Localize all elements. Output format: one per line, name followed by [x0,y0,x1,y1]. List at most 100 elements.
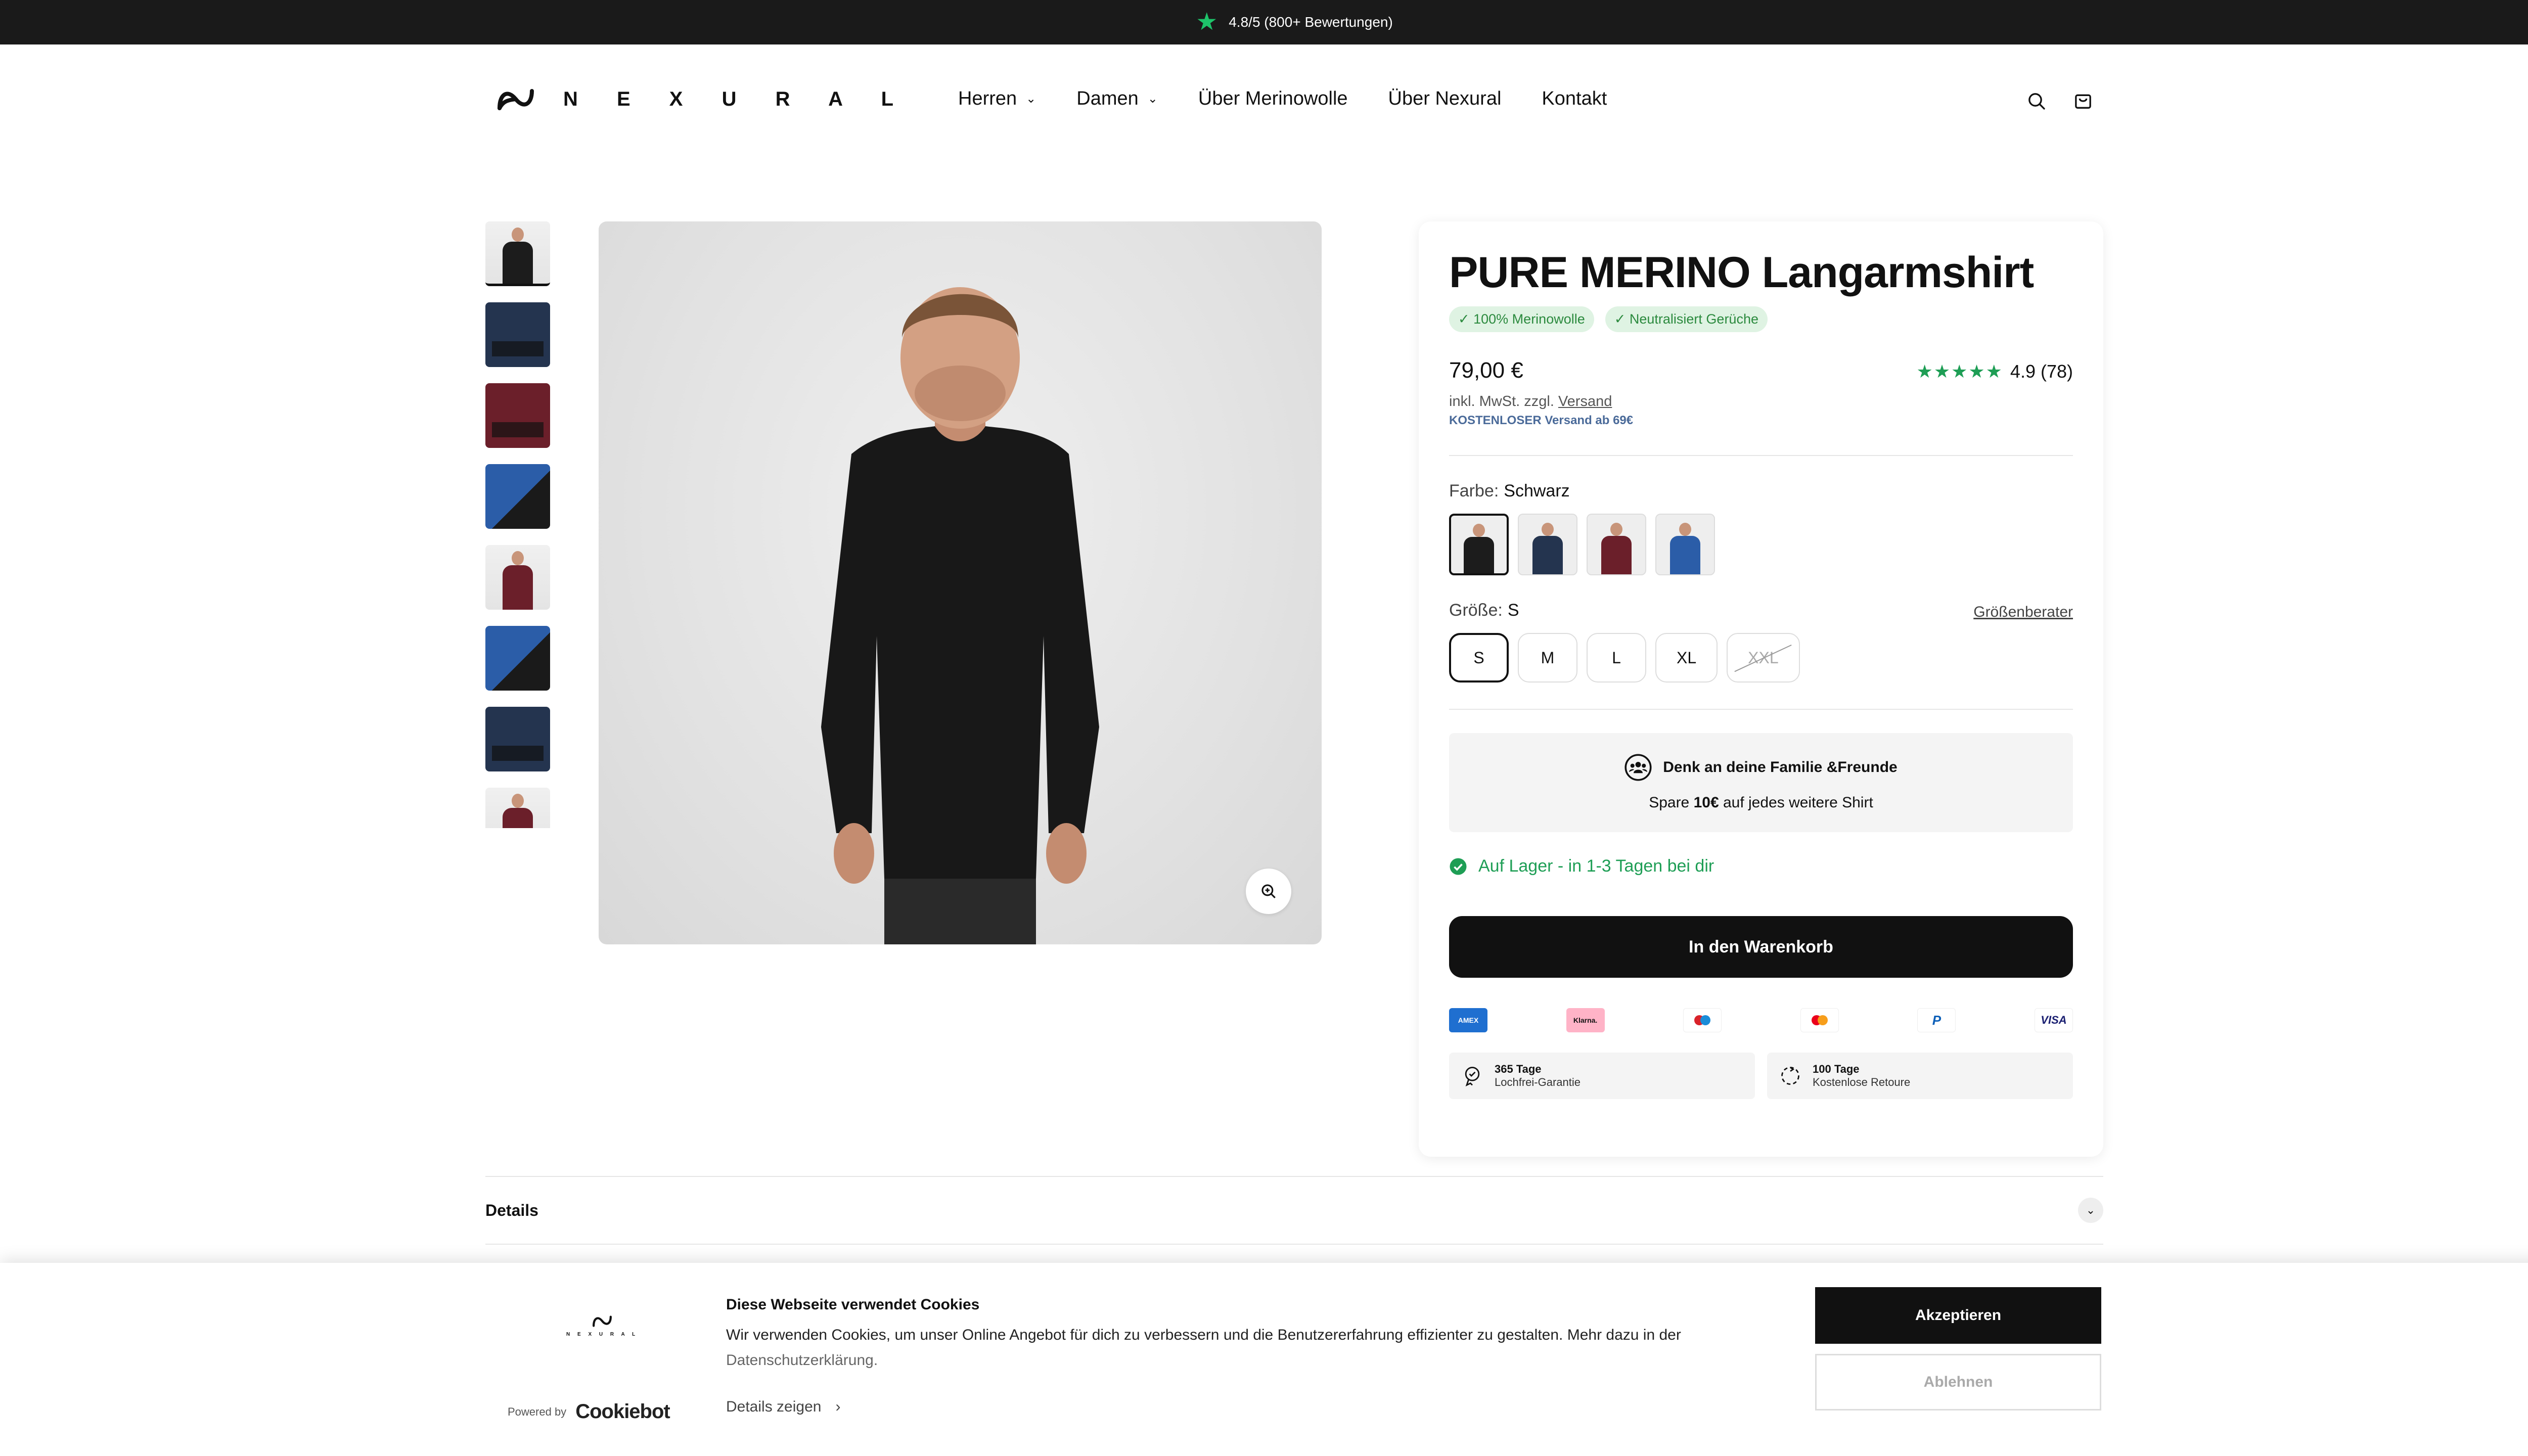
zoom-button[interactable] [1246,869,1291,914]
cookie-text: Wir verwenden Cookies, um unser Online A… [726,1323,1788,1373]
product-rating[interactable]: ★★★★★ 4.9 (78) [1917,361,2073,382]
nav-item-ueber-nexural[interactable]: Über Nexural [1388,88,1502,110]
nexural-logo[interactable]: N E X U R A L [496,85,910,113]
return-icon [1781,1067,1799,1085]
paypal-icon: P [1917,1008,1956,1032]
guarantee-subtitle: Kostenlose Retoure [1813,1076,1911,1088]
thumbnail-blue-folded[interactable] [485,464,550,529]
logo-wordmark: N E X U R A L [563,87,911,110]
mastercard-icon [1800,1008,1839,1032]
product-badges: ✓ 100% Merinowolle ✓ Neutralisiert Gerüc… [1449,306,1768,332]
amex-icon: AMEX [1449,1008,1487,1032]
accept-cookies-button[interactable]: Akzeptieren [1815,1287,2101,1344]
size-s[interactable]: S [1449,633,1509,682]
nav-item-merinowolle[interactable]: Über Merinowolle [1198,88,1348,110]
selected-color: Schwarz [1504,481,1570,500]
powered-by-cookiebot[interactable]: Powered by Cookiebot [508,1400,670,1423]
size-l[interactable]: L [1587,633,1646,682]
maestro-icon [1683,1008,1722,1032]
powered-by-text: Powered by [508,1405,567,1418]
check-circle-icon [1450,858,1467,875]
chevron-down-icon: ⌄ [1147,92,1158,106]
cookie-banner: N E X U R A L Powered by Cookiebot Diese… [0,1263,2528,1456]
divider [1449,455,2073,456]
chevron-down-icon[interactable]: ⌄ [2078,1198,2103,1223]
cookie-logo-wordmark: N E X U R A L [566,1332,639,1337]
tax-text: inkl. MwSt. zzgl. [1449,393,1558,410]
thumbnail-navy-folded[interactable] [485,302,550,367]
guarantee-subtitle: Lochfrei-Garantie [1495,1076,1581,1088]
nexural-logo-icon [593,1315,612,1327]
search-icon[interactable] [2026,91,2047,114]
decline-cookies-button[interactable]: Ablehnen [1815,1354,2101,1410]
thumbnail-black-longsleeve[interactable] [485,221,550,286]
nav-item-herren[interactable]: Herren ⌄ [958,88,1036,110]
details-accordion[interactable]: Details ⌄ [485,1176,2103,1245]
nav-item-kontakt[interactable]: Kontakt [1542,88,1607,110]
zoom-in-icon [1261,884,1276,898]
cookie-body: Wir verwenden Cookies, um unser Online A… [726,1327,1681,1343]
product-title: PURE MERINO Langarmshirt [1449,248,2034,297]
cookiebot-logo: Cookiebot [575,1400,670,1423]
free-shipping-note: KOSTENLOSER Versand ab 69€ [1449,414,1634,427]
size-xl[interactable]: XL [1655,633,1718,682]
badge-icon [1465,1067,1480,1087]
nav-item-damen[interactable]: Damen ⌄ [1076,88,1158,110]
main-product-image[interactable] [599,221,1322,944]
shipping-link[interactable]: Versand [1558,393,1612,410]
thumbnail-bordeaux-folded[interactable] [485,383,550,448]
guarantee-lochfrei: 365 Tage Lochfrei-Garantie [1449,1053,1755,1099]
nav-label: Damen [1076,88,1139,109]
divider [1449,709,2073,710]
nexural-logo-icon [498,89,534,110]
thumbnail-model-partial[interactable] [485,788,550,828]
guarantees: 365 Tage Lochfrei-Garantie 100 Tage Kost… [1449,1053,2073,1099]
stock-text: Auf Lager - in 1-3 Tagen bei dir [1478,856,1714,876]
swatch-schwarz[interactable] [1449,514,1509,575]
swatch-navy[interactable] [1518,514,1577,575]
product-price: 79,00 € [1449,358,1523,383]
size-m[interactable]: M [1518,633,1577,682]
thumbnail-navy-folded-logo[interactable] [485,707,550,771]
swatch-bordeaux[interactable] [1587,514,1646,575]
color-swatches [1449,514,1715,575]
size-xxl[interactable]: XXL [1727,633,1800,682]
product-info-card: PURE MERINO Langarmshirt ✓ 100% Merinowo… [1419,221,2103,1157]
main-nav: Herren ⌄ Damen ⌄ Über Merinowolle Über N… [958,88,1607,110]
chevron-right-icon: › [835,1398,841,1415]
selected-size: S [1507,601,1519,620]
badge-merino: ✓ 100% Merinowolle [1449,306,1594,332]
badge-odor: ✓ Neutralisiert Gerüche [1605,306,1768,332]
cookie-details-toggle[interactable]: Details zeigen › [726,1398,840,1416]
visa-icon: VISA [2034,1008,2073,1032]
group-icon [1624,754,1652,781]
promo-amount: 10€ [1693,794,1719,811]
rating-stars-icon: ★★★★★ [1916,361,2003,382]
thumbnail-bordeaux-longsleeve[interactable] [485,545,550,610]
thumbnail-gallery [485,221,550,828]
nav-label: Herren [958,88,1017,109]
tax-info: inkl. MwSt. zzgl. Versand [1449,393,1612,410]
cookie-title: Diese Webseite verwendet Cookies [726,1296,980,1313]
announcement-bar: ★ 4.8/5 (800+ Bewertungen) [0,0,2528,44]
swatch-blau[interactable] [1655,514,1715,575]
size-label: Größe: S [1449,601,1519,620]
family-promo-box: Denk an deine Familie &Freunde Spare 10€… [1449,733,2073,832]
cart-icon[interactable] [2073,91,2093,114]
cookie-brand-logo: N E X U R A L [566,1313,638,1337]
guarantee-retoure: 100 Tage Kostenlose Retoure [1767,1053,2073,1099]
promo-post: auf jedes weitere Shirt [1719,794,1873,811]
guarantee-title: 100 Tage [1813,1063,1860,1075]
privacy-link[interactable]: Datenschutzerklärung. [726,1352,878,1369]
model-in-black-shirt [821,287,1099,944]
size-guide-link[interactable]: Größenberater [1973,604,2073,621]
promo-title: Denk an deine Familie &Freunde [1663,759,1898,776]
nav-label: Über Nexural [1388,88,1502,109]
size-label-text: Größe: [1449,601,1503,620]
header-icons [2026,91,2093,114]
details-show-text: Details zeigen [726,1398,822,1415]
thumbnail-blue-sleeve[interactable] [485,626,550,691]
add-to-cart-button[interactable]: In den Warenkorb [1449,916,2073,978]
details-label: Details [485,1201,538,1219]
site-header: N E X U R A L Herren ⌄ Damen ⌄ Über Meri… [0,44,2528,156]
